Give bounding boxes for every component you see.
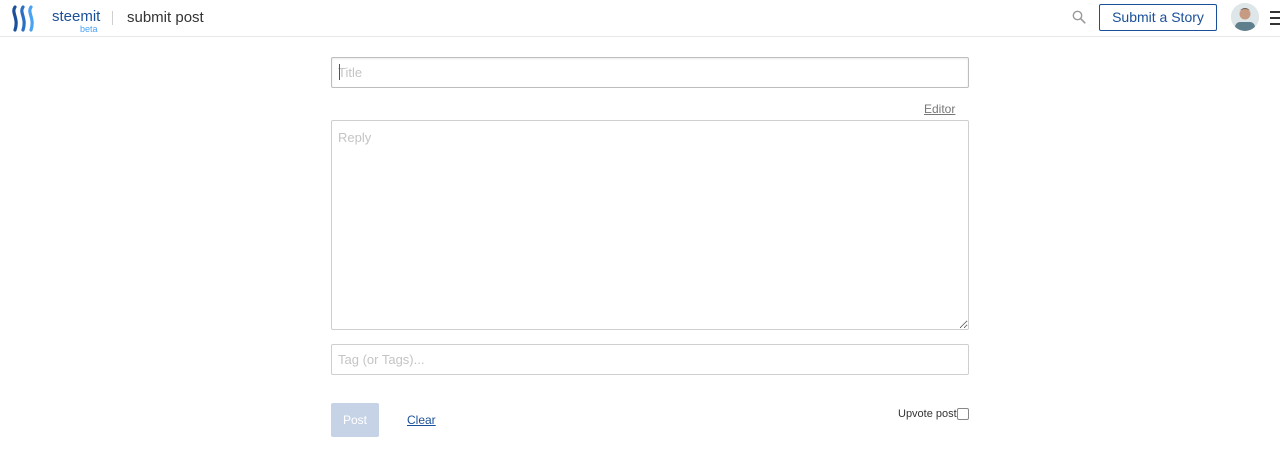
top-header: steemit beta submit post Submit a Story [0,0,1280,37]
brand-beta-badge: beta [80,24,98,34]
search-icon[interactable] [1072,10,1086,24]
text-caret [339,64,340,80]
brand-name[interactable]: steemit [52,9,100,25]
hamburger-menu-icon[interactable] [1270,11,1280,25]
page-title: submit post [127,9,204,26]
post-button[interactable]: Post [331,403,379,437]
tags-input[interactable] [331,344,969,375]
clear-link[interactable]: Clear [407,413,436,427]
post-title-input[interactable] [331,57,969,88]
header-divider [112,11,113,25]
avatar-image [1231,3,1259,31]
user-avatar[interactable] [1231,3,1259,31]
editor-toggle-link[interactable]: Editor [924,102,955,116]
post-body-textarea[interactable] [331,120,969,330]
submit-a-story-button[interactable]: Submit a Story [1099,4,1217,31]
upvote-post-checkbox[interactable] [957,408,969,420]
steemit-logo[interactable] [11,5,39,32]
upvote-post-label: Upvote post [898,408,957,420]
